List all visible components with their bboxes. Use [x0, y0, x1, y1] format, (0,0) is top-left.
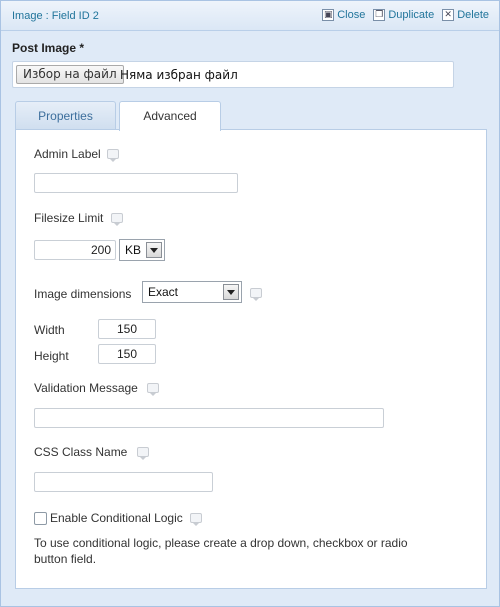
duplicate-button[interactable]: ❐ Duplicate: [373, 9, 434, 21]
delete-label: Delete: [457, 9, 489, 21]
width-label: Width: [34, 323, 65, 337]
width-input[interactable]: 150: [98, 319, 156, 339]
advanced-tab-panel: Admin Label Filesize Limit 200 KB Image …: [15, 129, 487, 589]
image-dimensions-select[interactable]: Exact: [142, 281, 242, 303]
admin-label-input[interactable]: [34, 173, 238, 193]
css-class-label: CSS Class Name: [34, 445, 128, 459]
admin-label-help-icon[interactable]: [107, 149, 119, 162]
file-status-text: Няма избран файл: [120, 68, 238, 82]
close-icon: ▣: [322, 9, 335, 21]
image-dimensions-value: Exact: [148, 285, 179, 299]
chevron-down-icon: [146, 242, 162, 258]
css-class-input[interactable]: [34, 472, 213, 492]
height-label: Height: [34, 349, 69, 363]
duplicate-icon: ❐: [373, 9, 386, 21]
validation-message-label: Validation Message: [34, 381, 138, 395]
close-button[interactable]: ▣ Close: [322, 9, 365, 21]
filesize-limit-label: Filesize Limit: [34, 211, 104, 225]
filesize-unit-value: KB: [125, 243, 142, 257]
admin-label-label: Admin Label: [34, 147, 101, 161]
post-image-label: Post Image *: [12, 41, 85, 55]
file-input: Избор на файл Няма избран файл: [12, 61, 454, 88]
image-dimensions-label: Image dimensions: [34, 287, 132, 301]
duplicate-label: Duplicate: [388, 9, 435, 21]
tab-advanced[interactable]: Advanced: [119, 101, 221, 131]
image-dimensions-help-icon[interactable]: [250, 288, 262, 301]
delete-icon: ✕: [442, 9, 455, 21]
conditional-logic-checkbox[interactable]: [34, 512, 47, 525]
filesize-limit-input[interactable]: 200: [34, 240, 116, 260]
field-actions: ▣ Close ❐ Duplicate ✕ Delete: [322, 9, 489, 21]
filesize-unit-select[interactable]: KB: [119, 239, 165, 261]
chevron-down-icon: [223, 284, 239, 300]
height-input[interactable]: 150: [98, 344, 156, 364]
close-label: Close: [337, 9, 366, 21]
filesize-limit-help-icon[interactable]: [111, 213, 123, 226]
css-class-help-icon[interactable]: [137, 447, 149, 460]
choose-file-button[interactable]: Избор на файл: [16, 65, 124, 84]
validation-message-help-icon[interactable]: [147, 383, 159, 396]
conditional-logic-label[interactable]: Enable Conditional Logic: [50, 511, 183, 525]
field-title: Image : Field ID 2: [12, 10, 99, 22]
tab-properties[interactable]: Properties: [15, 101, 116, 130]
field-titlebar: Image : Field ID 2 ▣ Close ❐ Duplicate ✕…: [1, 1, 499, 31]
conditional-logic-help-icon[interactable]: [190, 513, 202, 526]
delete-button[interactable]: ✕ Delete: [442, 9, 489, 21]
field-editor-panel: Image : Field ID 2 ▣ Close ❐ Duplicate ✕…: [0, 0, 500, 607]
conditional-logic-note: To use conditional logic, please create …: [34, 536, 408, 566]
validation-message-input[interactable]: [34, 408, 384, 428]
